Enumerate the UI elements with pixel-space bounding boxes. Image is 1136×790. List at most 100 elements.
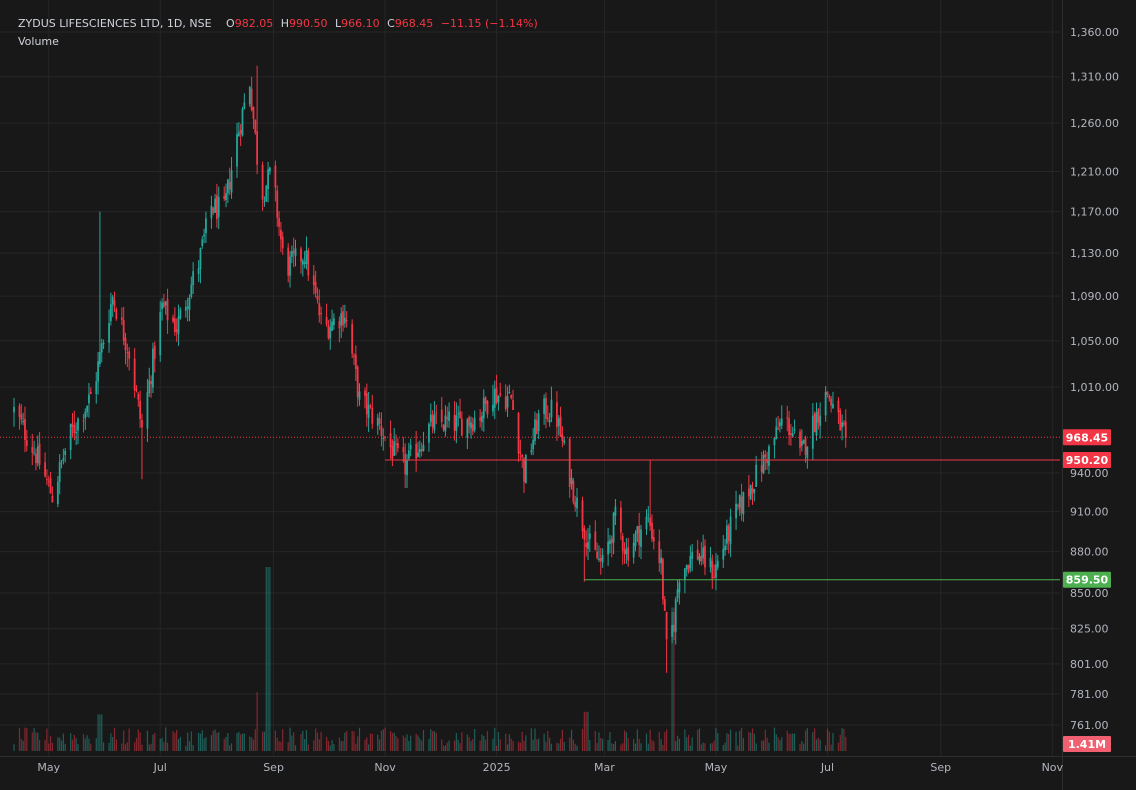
- volume-bar: [814, 728, 816, 751]
- candle: [243, 93, 246, 110]
- candle: [806, 446, 809, 469]
- y-tick-label: 1,130.00: [1070, 247, 1119, 260]
- volume-bar: [711, 743, 713, 751]
- volume-bar: [481, 734, 483, 751]
- volume-bar: [442, 745, 445, 751]
- volume-legend-label[interactable]: Volume: [18, 35, 59, 48]
- volume-bar: [786, 730, 788, 751]
- candle: [420, 442, 423, 457]
- volume-bar: [512, 741, 514, 751]
- volume-bar: [470, 741, 472, 751]
- candle-body: [137, 393, 140, 400]
- volume-bar: [664, 732, 666, 751]
- volume-bar: [199, 733, 202, 751]
- candle: [444, 405, 447, 437]
- candle: [470, 416, 472, 439]
- close-label: C: [387, 17, 395, 30]
- candle: [99, 211, 101, 368]
- candle: [342, 304, 344, 332]
- candle-body: [69, 423, 72, 451]
- candle: [612, 511, 615, 555]
- candle-body: [248, 87, 251, 105]
- volume-bar: [755, 743, 757, 751]
- candle: [711, 554, 714, 589]
- volume-bar: [826, 728, 829, 751]
- candle: [713, 564, 716, 579]
- candle: [570, 468, 573, 490]
- x-tick-label: Nov: [1042, 761, 1064, 774]
- candle: [22, 412, 25, 426]
- volume-bar: [325, 736, 328, 751]
- candle: [493, 380, 496, 420]
- volume-bar: [240, 734, 242, 751]
- candle-body: [793, 429, 796, 431]
- volume-bar: [495, 745, 498, 751]
- candle-body: [141, 419, 143, 428]
- candle: [508, 384, 511, 394]
- candle: [404, 443, 407, 489]
- symbol-title[interactable]: ZYDUS LIFESCIENCES LTD, 1D, NSE: [18, 17, 212, 30]
- volume-bar: [369, 733, 372, 751]
- candle-body: [175, 329, 178, 332]
- volume-bar: [645, 733, 648, 751]
- volume-bar: [44, 740, 46, 751]
- candle-body: [563, 440, 566, 443]
- candle-body: [678, 582, 681, 593]
- candle: [13, 397, 15, 427]
- candle-body: [444, 415, 447, 432]
- candle: [60, 460, 63, 469]
- candle: [674, 596, 677, 645]
- candle-body: [316, 296, 319, 300]
- volume-bar: [830, 744, 832, 751]
- candle-body: [440, 409, 443, 423]
- candle-body: [256, 131, 259, 165]
- candle-body: [832, 403, 834, 409]
- candle: [64, 447, 67, 463]
- candle-body: [824, 392, 827, 416]
- volume-bar: [611, 743, 613, 751]
- candle-body: [799, 431, 801, 448]
- candle-body: [473, 418, 476, 431]
- candle-body: [762, 454, 765, 474]
- candle-body: [173, 318, 176, 332]
- volume-bar: [602, 739, 604, 751]
- candle: [568, 436, 571, 498]
- candle-body: [674, 599, 677, 633]
- chart-canvas[interactable]: 1,360.00 1,310.00 1,260.00 1,210.00 1,170.00…: [0, 0, 1136, 790]
- candle-body: [673, 624, 675, 632]
- candle: [393, 428, 396, 456]
- volume-bar: [472, 738, 474, 751]
- candle: [402, 437, 405, 463]
- candle-body: [205, 218, 207, 234]
- candle: [265, 184, 268, 202]
- candle-body: [492, 404, 494, 412]
- volume-bar: [485, 739, 487, 751]
- volume-bar: [799, 743, 801, 751]
- candle: [431, 410, 434, 434]
- candle-body: [521, 454, 524, 458]
- candle: [716, 554, 719, 571]
- volume-bar: [506, 744, 509, 751]
- candle-body: [658, 541, 661, 563]
- candle-body: [671, 625, 673, 637]
- x-tick-label: Sep: [930, 761, 951, 774]
- candle: [481, 411, 483, 431]
- volume-bar: [110, 733, 112, 751]
- candle: [124, 332, 127, 365]
- change-value: −11.15 (−1.14%): [440, 17, 538, 30]
- candle: [201, 236, 204, 249]
- volume-bar: [238, 731, 240, 751]
- candle-body: [512, 400, 514, 411]
- candle-body: [22, 421, 25, 423]
- candle-body: [843, 422, 845, 425]
- candle: [71, 412, 74, 437]
- y-tick-label: 850.00: [1070, 587, 1109, 600]
- candle: [214, 194, 216, 213]
- volume-bar: [620, 744, 622, 751]
- candle-body: [804, 437, 807, 455]
- volume-bar: [126, 742, 128, 751]
- candle: [614, 499, 617, 526]
- candle-body: [320, 313, 323, 315]
- volume-bar: [33, 727, 35, 751]
- candle-body: [312, 275, 315, 285]
